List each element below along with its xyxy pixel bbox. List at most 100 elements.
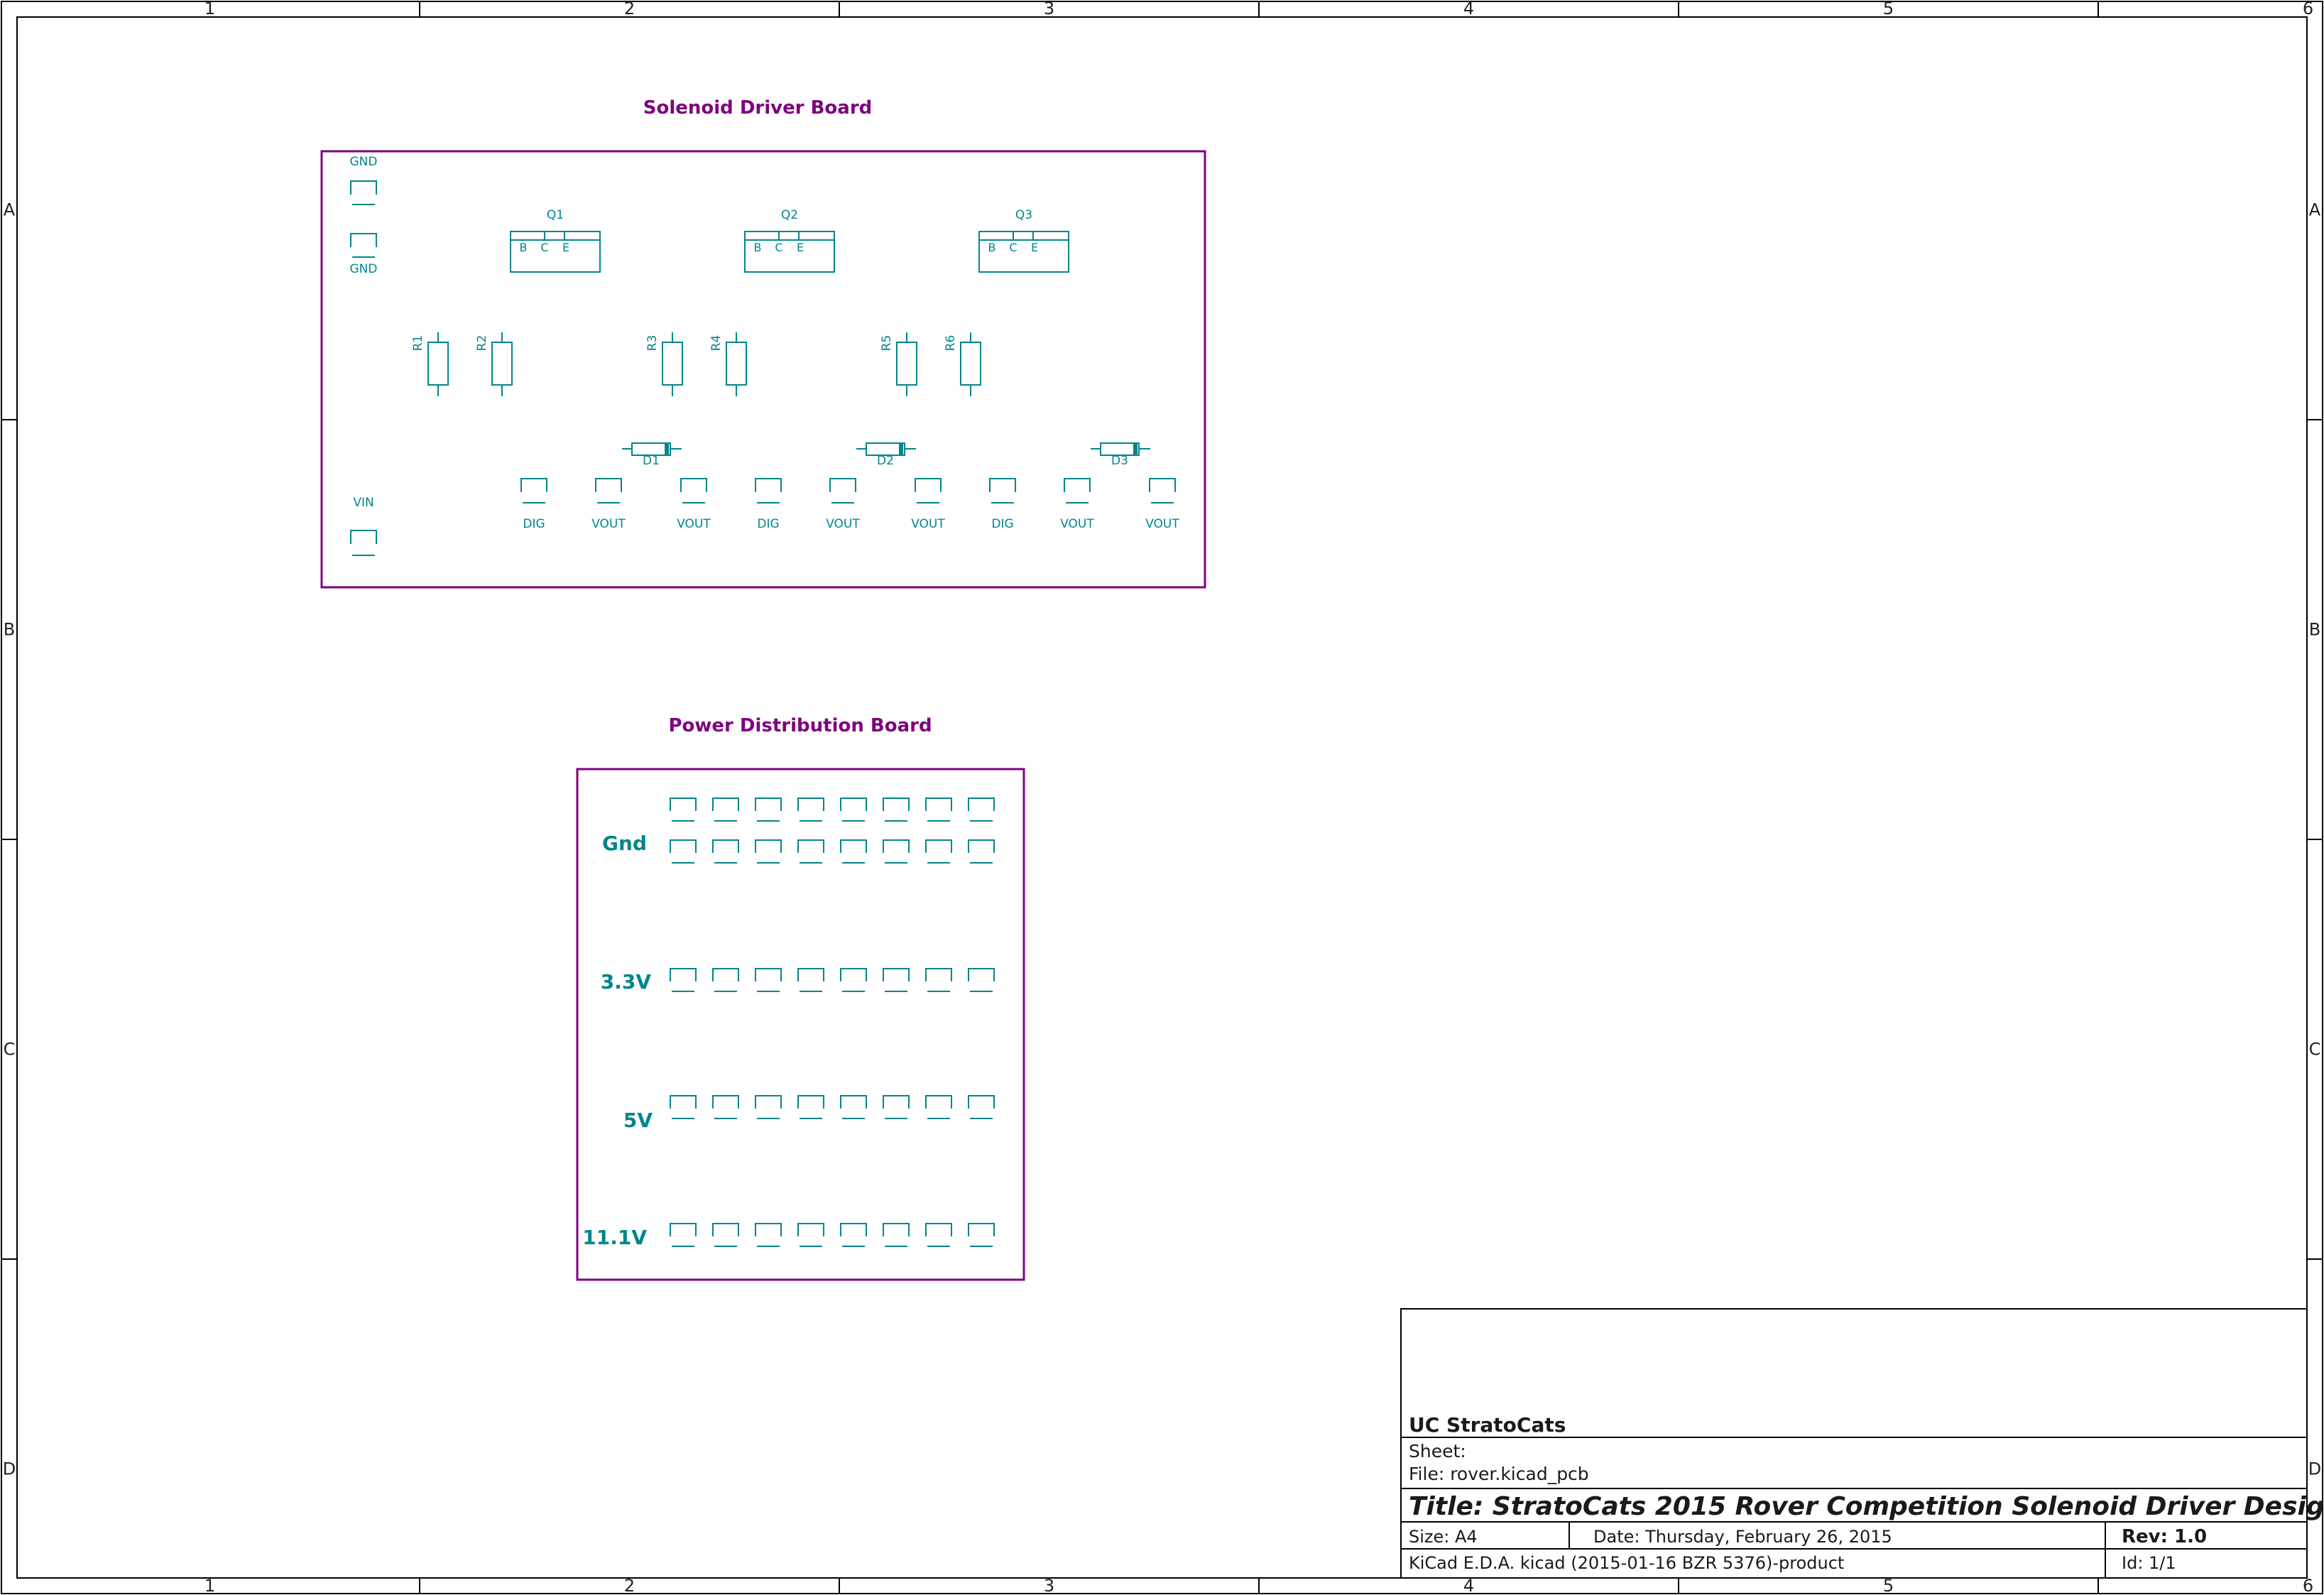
power-pad xyxy=(755,839,782,864)
power-pad xyxy=(925,1223,952,1247)
frame-column-label: 1 xyxy=(204,0,215,18)
frame-row-label: B xyxy=(4,620,15,640)
power-pad xyxy=(840,839,867,864)
rail-label-11v1: 11.1V xyxy=(582,1226,647,1249)
resistor-r2: R2 xyxy=(475,332,513,396)
gnd-connector-top: GND xyxy=(350,155,377,205)
resistor-r3: R3 xyxy=(645,332,683,396)
pin-label: B xyxy=(988,241,996,254)
power-pad xyxy=(968,968,995,992)
frame-column-label: 6 xyxy=(2303,1576,2313,1595)
power-pad xyxy=(712,1223,739,1247)
frame-column-label: 3 xyxy=(1044,0,1054,18)
resistor-r5: R5 xyxy=(880,332,917,396)
terminal-7: DIG xyxy=(989,478,1016,531)
terminal-5: VOUT xyxy=(826,478,860,531)
pin-label: B xyxy=(520,241,528,254)
pin-label: C xyxy=(540,241,548,254)
power-pad xyxy=(840,1223,867,1247)
diode-d3: D3 xyxy=(1091,442,1150,468)
power-pad xyxy=(968,1095,995,1119)
power-pad xyxy=(925,798,952,822)
terminal-2: VOUT xyxy=(591,478,626,531)
power-pad xyxy=(968,798,995,822)
frame-zone-ticks xyxy=(1,1,2323,1594)
resistor-r4: R4 xyxy=(709,332,747,396)
title-block: UC StratoCats Sheet: File: rover.kicad_p… xyxy=(1400,1308,2324,1579)
resistor-ref: R3 xyxy=(645,335,660,352)
transistor-ref: Q1 xyxy=(547,208,564,222)
power-pad xyxy=(925,1095,952,1119)
frame-column-label: 4 xyxy=(1463,1576,1474,1595)
diode-ref: D3 xyxy=(1111,454,1128,468)
pin-label: C xyxy=(775,241,782,254)
terminal-label: VOUT xyxy=(911,517,945,531)
terminal-label: DIG xyxy=(523,517,545,531)
resistor-ref: R2 xyxy=(475,335,489,352)
frame-column-label: 4 xyxy=(1463,0,1474,18)
power-pad xyxy=(755,798,782,822)
diode-ref: D1 xyxy=(643,454,660,468)
schematic-sheet: 112233445566A AB BC CD D Solenoid Driver Boa… xyxy=(1,0,2324,1595)
pin-label: C xyxy=(1009,241,1017,254)
terminal-label: DIG xyxy=(757,517,779,531)
power-pad xyxy=(840,968,867,992)
power-pad xyxy=(840,798,867,822)
power-pad xyxy=(883,968,910,992)
paper-size: Size: A4 xyxy=(1409,1527,1478,1547)
frame-column-label: 5 xyxy=(1883,1576,1894,1595)
power-pad xyxy=(670,968,697,992)
frame-row-label: A xyxy=(2309,200,2321,220)
vin-label: VIN xyxy=(353,496,373,510)
frame-column-label: 2 xyxy=(624,0,635,18)
terminal-label: VOUT xyxy=(677,517,711,531)
power-pad xyxy=(968,1223,995,1247)
rail-label-5v: 5V xyxy=(623,1109,653,1132)
frame-row-label: C xyxy=(2309,1040,2321,1060)
frame-column-label: 2 xyxy=(624,1576,635,1595)
power-pad xyxy=(797,839,824,864)
power-pad xyxy=(712,798,739,822)
terminal-label: VOUT xyxy=(1145,517,1179,531)
drawing-date: Date: Thursday, February 26, 2015 xyxy=(1593,1527,1892,1547)
power-pad xyxy=(925,968,952,992)
revision: Rev: 1.0 xyxy=(2122,1526,2207,1547)
power-pad xyxy=(670,1223,697,1247)
power-pad xyxy=(712,968,739,992)
terminal-4: DIG xyxy=(755,478,782,531)
pin-label: E xyxy=(562,241,569,254)
solenoid-driver-board: Solenoid Driver Board GND GND VIN Q1 B C… xyxy=(320,97,1206,589)
frame-column-label: 1 xyxy=(204,1576,215,1595)
frame-column-label: 3 xyxy=(1044,1576,1054,1595)
diode-d1: D1 xyxy=(622,442,682,468)
frame-column-label: 5 xyxy=(1883,0,1894,18)
power-pad xyxy=(755,968,782,992)
power-distribution-board: Power Distribution Board Gnd 3.3V 5V 11.… xyxy=(576,715,1025,1281)
power-pad xyxy=(670,1095,697,1119)
terminal-8: VOUT xyxy=(1060,478,1094,531)
resistor-ref: R5 xyxy=(880,335,894,352)
power-pad xyxy=(755,1223,782,1247)
solenoid-board-title: Solenoid Driver Board xyxy=(643,97,873,119)
terminal-9: VOUT xyxy=(1145,478,1179,531)
gnd-label-bottom: GND xyxy=(350,262,378,276)
power-pad xyxy=(712,1095,739,1119)
terminal-6: VOUT xyxy=(911,478,945,531)
power-pad xyxy=(883,839,910,864)
power-pad xyxy=(968,839,995,864)
gnd-connector-bottom: GND xyxy=(350,233,378,276)
power-pad xyxy=(797,798,824,822)
tool-version: KiCad E.D.A. kicad (2015-01-16 BZR 5376)… xyxy=(1409,1553,1844,1573)
resistor-ref: R1 xyxy=(411,335,425,352)
vin-connector: VIN xyxy=(350,496,377,556)
diode-d2: D2 xyxy=(856,442,916,468)
drawing-frame xyxy=(1,1,2323,1594)
rail-label-3v3: 3.3V xyxy=(601,970,652,994)
resistor-r1: R1 xyxy=(411,332,449,396)
power-pad xyxy=(925,839,952,864)
terminal-label: VOUT xyxy=(826,517,860,531)
resistor-ref: R6 xyxy=(944,335,958,352)
power-pad xyxy=(883,798,910,822)
power-pad xyxy=(712,839,739,864)
power-pad xyxy=(670,839,697,864)
